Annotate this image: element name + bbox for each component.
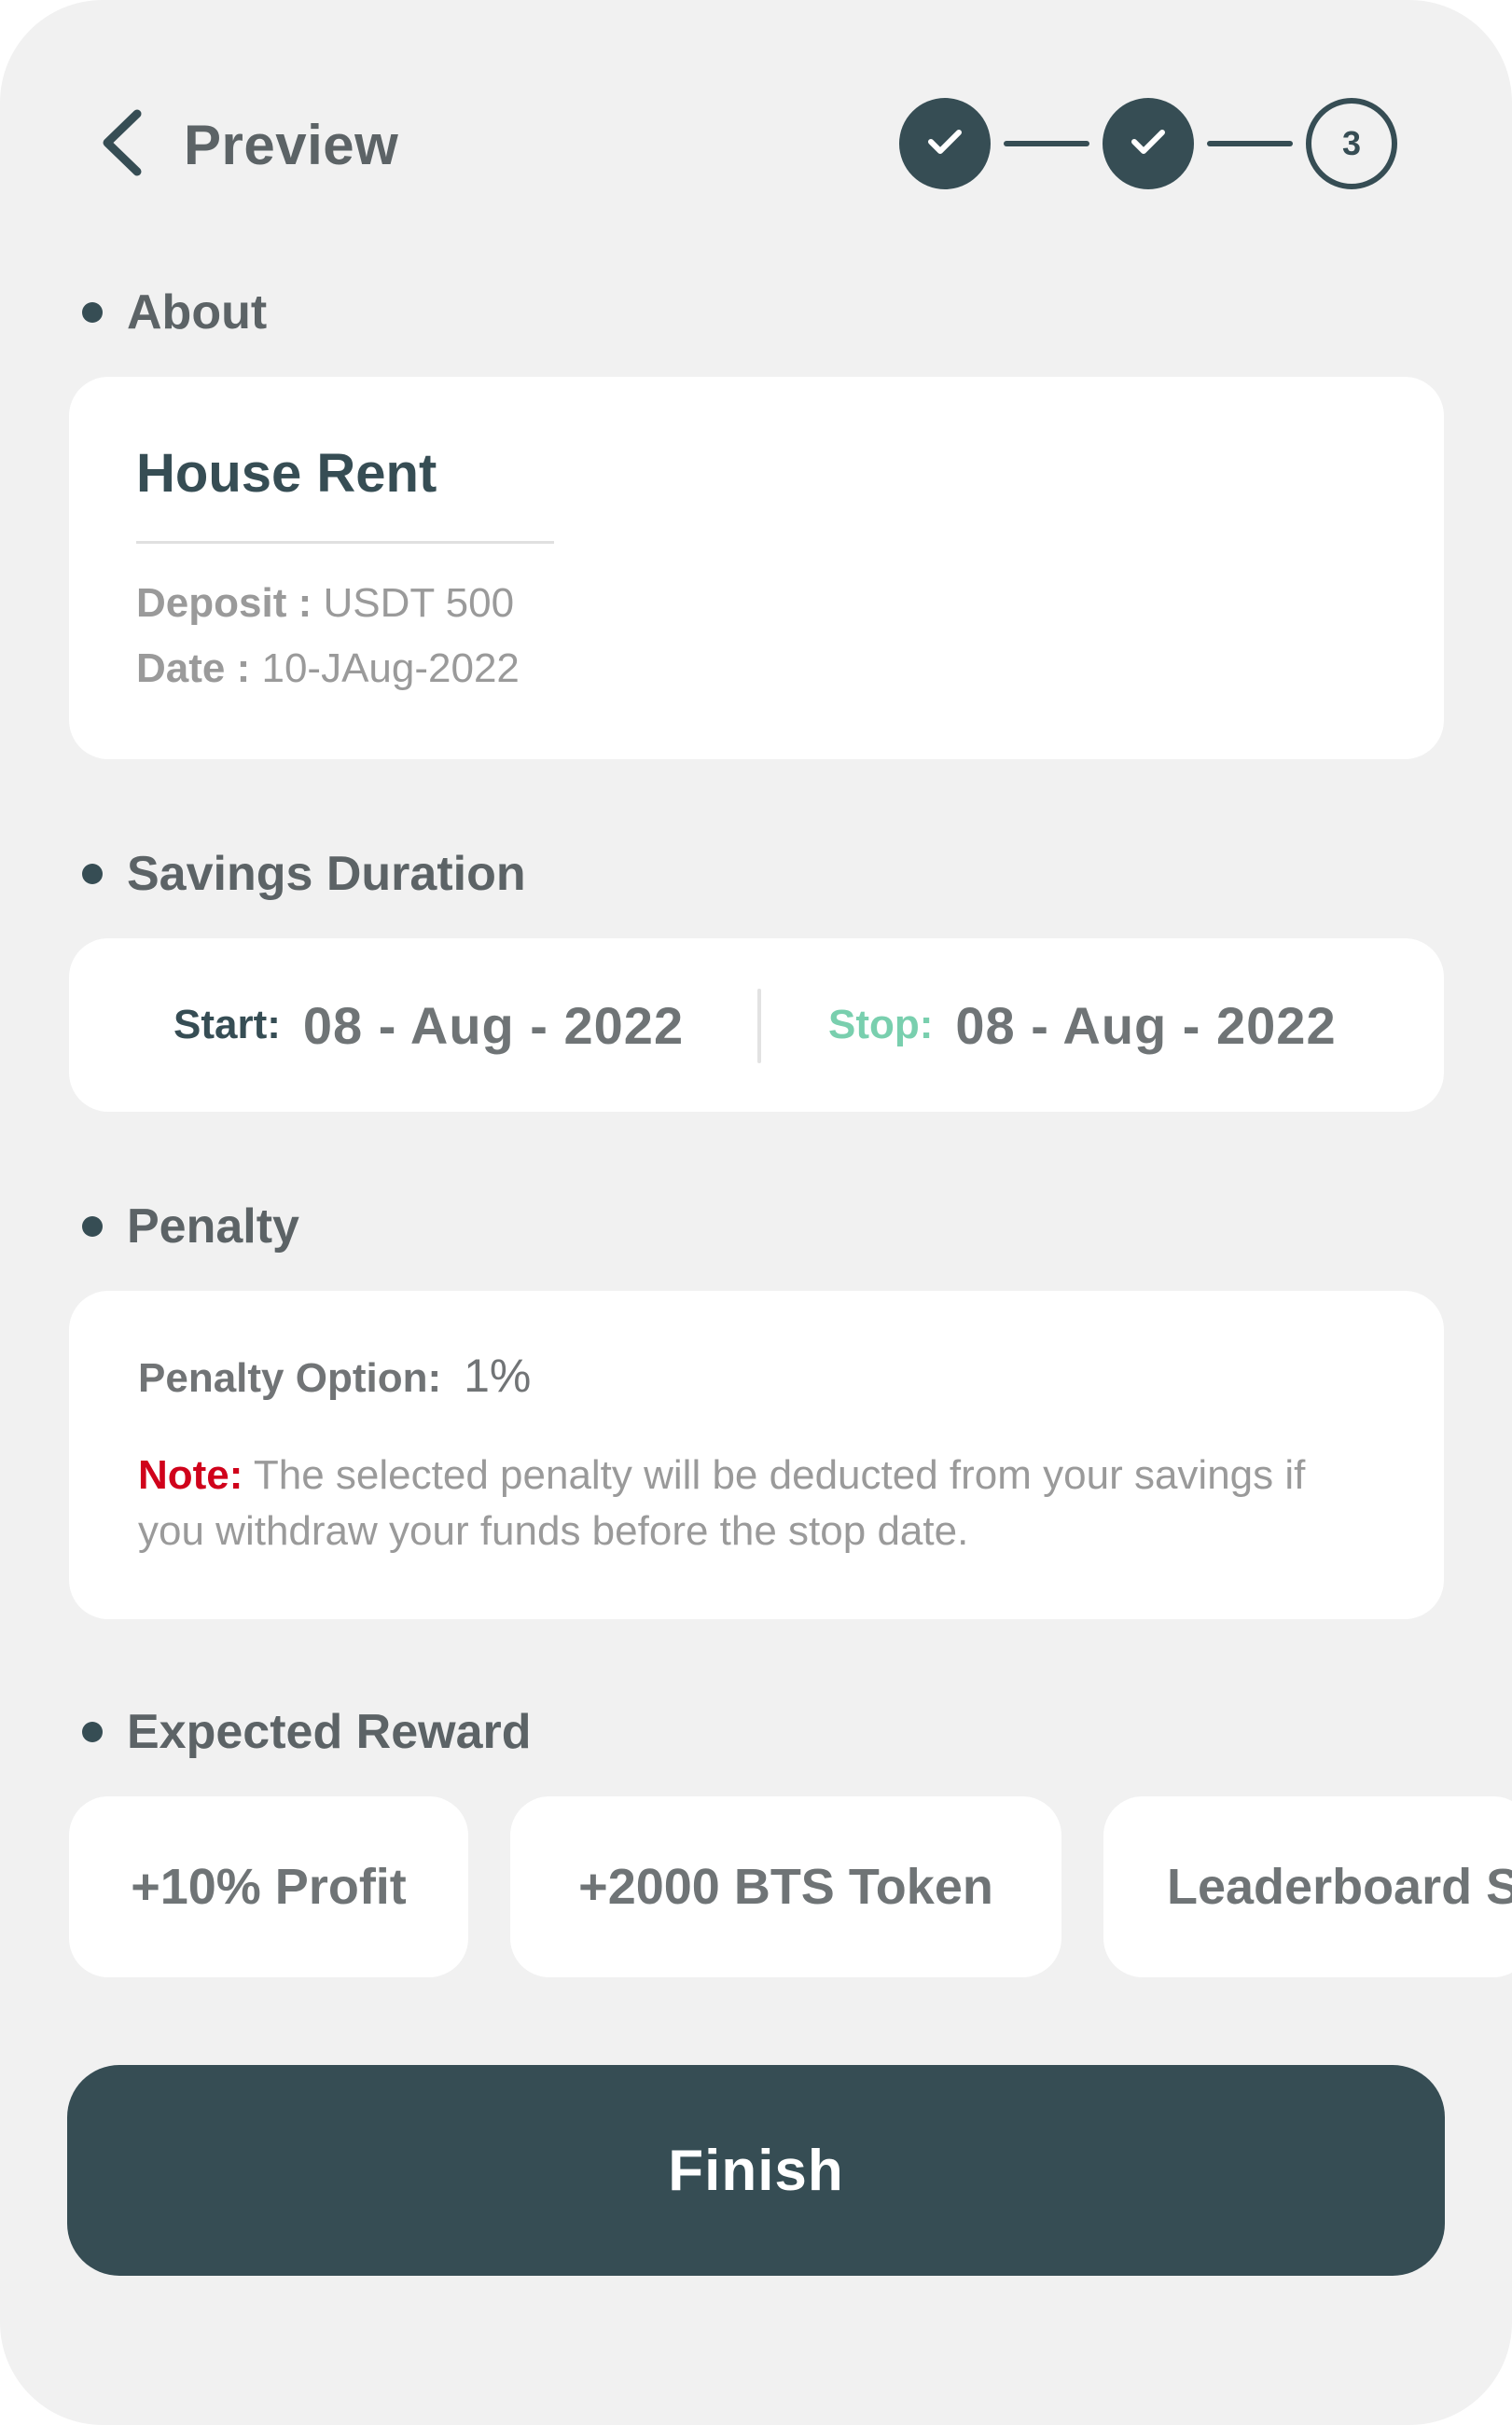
goal-title: House Rent bbox=[136, 443, 437, 504]
note-label: Note: bbox=[138, 1452, 243, 1498]
bullet-dot bbox=[82, 1722, 103, 1742]
step-2-complete bbox=[1103, 98, 1194, 189]
date-label: Date : bbox=[136, 645, 251, 691]
duration-card: Start: 08 - Aug - 2022 Stop: 08 - Aug - … bbox=[69, 938, 1444, 1112]
progress-stepper: 3 bbox=[899, 97, 1397, 190]
date-row: Date : 10-JAug-2022 bbox=[136, 645, 520, 692]
penalty-card: Penalty Option: 1% Note: The selected pe… bbox=[69, 1291, 1444, 1619]
start-label: Start: bbox=[173, 1002, 281, 1047]
stop-label: Stop: bbox=[828, 1002, 934, 1047]
section-label: Expected Reward bbox=[127, 1705, 532, 1759]
penalty-option-row: Penalty Option: 1% bbox=[138, 1349, 531, 1403]
start-date: Start: 08 - Aug - 2022 bbox=[173, 938, 684, 1112]
step-3-current: 3 bbox=[1306, 98, 1397, 189]
section-label: Savings Duration bbox=[127, 847, 526, 901]
finish-button[interactable]: Finish bbox=[67, 2065, 1445, 2276]
section-heading-savings-duration: Savings Duration bbox=[82, 841, 526, 907]
penalty-option-value: 1% bbox=[464, 1350, 532, 1402]
section-heading-expected-reward: Expected Reward bbox=[82, 1699, 532, 1765]
reward-chip-profit: +10% Profit bbox=[69, 1796, 468, 1977]
date-value: 10-JAug-2022 bbox=[261, 645, 520, 691]
back-button[interactable] bbox=[89, 107, 154, 182]
bullet-dot bbox=[82, 302, 103, 323]
step-1-complete bbox=[899, 98, 991, 189]
deposit-label: Deposit : bbox=[136, 580, 312, 626]
check-icon bbox=[1130, 127, 1167, 161]
section-heading-penalty: Penalty bbox=[82, 1194, 299, 1259]
check-icon bbox=[926, 127, 964, 161]
section-label: About bbox=[127, 285, 268, 340]
section-heading-about: About bbox=[82, 280, 267, 345]
stop-value: 08 - Aug - 2022 bbox=[955, 995, 1337, 1055]
deposit-row: Deposit : USDT 500 bbox=[136, 580, 514, 627]
reward-chip-leaderboard: Leaderboard S bbox=[1103, 1796, 1512, 1977]
chevron-left-icon bbox=[98, 108, 145, 182]
penalty-option-label: Penalty Option: bbox=[138, 1355, 442, 1401]
step-connector bbox=[1207, 141, 1293, 146]
section-label: Penalty bbox=[127, 1199, 299, 1254]
start-value: 08 - Aug - 2022 bbox=[302, 995, 685, 1055]
bullet-dot bbox=[82, 1216, 103, 1237]
deposit-value: USDT 500 bbox=[323, 580, 515, 626]
bullet-dot bbox=[82, 864, 103, 884]
divider bbox=[136, 541, 554, 544]
stop-date: Stop: 08 - Aug - 2022 bbox=[828, 938, 1337, 1112]
preview-screen: Preview 3 About House Rent Deposit: USD… bbox=[0, 0, 1512, 2425]
divider bbox=[757, 989, 761, 1063]
note-text: The selected penalty will be deducted fr… bbox=[138, 1452, 1306, 1554]
page-title: Preview bbox=[184, 114, 399, 176]
reward-chip-token: +2000 BTS Token bbox=[510, 1796, 1061, 1977]
about-card: House Rent Deposit : USDT 500 Date : 10-… bbox=[69, 377, 1444, 759]
penalty-note: Note: The selected penalty will be deduc… bbox=[138, 1448, 1351, 1559]
step-connector bbox=[1004, 141, 1089, 146]
